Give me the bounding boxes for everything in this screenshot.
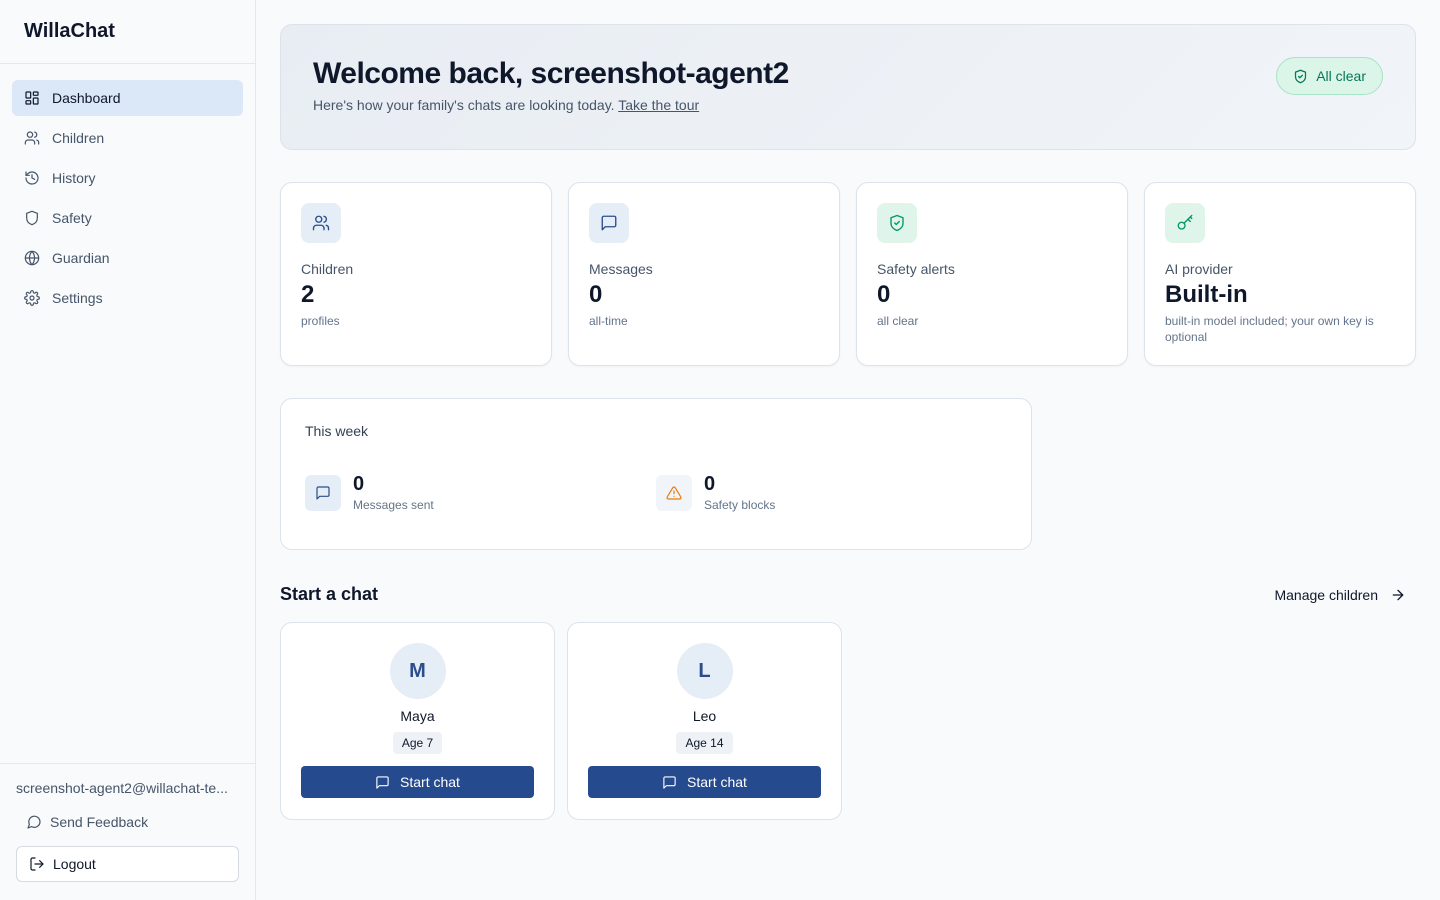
stat-value: Built-in xyxy=(1165,281,1248,308)
sidebar-item-label: Settings xyxy=(52,290,103,306)
this-week-row: 0 Messages sent 0 Safety blocks xyxy=(305,473,1007,512)
start-chat-label: Start chat xyxy=(400,774,460,790)
logout-label: Logout xyxy=(53,856,96,872)
start-chat-button[interactable]: Start chat xyxy=(301,766,534,798)
sidebar-item-guardian[interactable]: Guardian xyxy=(12,240,243,276)
stat-sub: all-time xyxy=(589,314,628,328)
message-icon xyxy=(601,215,617,231)
sidebar-item-settings[interactable]: Settings xyxy=(12,280,243,316)
avatar: M xyxy=(389,643,446,699)
stat-card-safety-alerts: Safety alerts 0 all clear xyxy=(856,182,1128,366)
key-icon xyxy=(1177,214,1193,230)
message-icon xyxy=(376,775,389,789)
shield-check-icon xyxy=(1295,69,1307,83)
shield-icon xyxy=(26,210,38,226)
take-tour-link[interactable]: Take the tour xyxy=(618,97,699,113)
week-icon-box xyxy=(305,474,341,511)
stat-sub: built-in model included; your own key is… xyxy=(1165,314,1374,344)
this-week-card: This week 0 Messages sent 0 Safety block… xyxy=(280,398,1032,550)
sidebar-item-label: History xyxy=(52,170,96,186)
manage-children-label: Manage children xyxy=(1274,586,1378,603)
dashboard-icon xyxy=(25,91,39,105)
message-icon xyxy=(316,485,330,500)
stat-card-ai-provider: AI provider Built-in built-in model incl… xyxy=(1144,182,1416,366)
sidebar-item-dashboard[interactable]: Dashboard xyxy=(12,80,243,116)
stat-label: Safety alerts xyxy=(877,261,955,277)
sidebar-footer: screenshot-agent2@willachat-te... Send F… xyxy=(0,763,255,900)
sidebar-item-label: Dashboard xyxy=(52,90,121,106)
logout-icon xyxy=(30,857,44,871)
user-email: screenshot-agent2@willachat-te... xyxy=(16,780,228,796)
status-badge-label: All clear xyxy=(1316,68,1366,84)
sidebar-item-safety[interactable]: Safety xyxy=(12,200,243,236)
gear-icon xyxy=(24,290,40,306)
welcome-subtitle: Here's how your family's chats are looki… xyxy=(313,97,1383,113)
stat-value: 0 xyxy=(589,281,603,308)
message-icon xyxy=(663,775,676,789)
week-stat-label: Messages sent xyxy=(353,498,434,512)
stat-icon-box xyxy=(1165,203,1205,243)
stat-label: Messages xyxy=(589,261,653,277)
child-name: Maya xyxy=(400,708,435,724)
logout-button[interactable]: Logout xyxy=(16,846,239,882)
arrow-right-icon xyxy=(1392,589,1404,600)
stat-sub: all clear xyxy=(877,314,919,328)
send-feedback-label: Send Feedback xyxy=(50,814,149,830)
stat-label: Children xyxy=(301,261,354,277)
stat-value: 2 xyxy=(301,281,315,308)
week-stat-messages: 0 Messages sent xyxy=(305,473,656,512)
avatar: L xyxy=(676,643,733,699)
status-badge: All clear xyxy=(1276,57,1383,95)
week-stat-safety-blocks: 0 Safety blocks xyxy=(656,473,1007,512)
age-badge: Age 7 xyxy=(392,732,443,754)
sidebar-nav: Dashboard Children History Safety Guardi… xyxy=(0,64,255,336)
sidebar: WillaChat Dashboard Children History Saf… xyxy=(0,0,256,900)
stat-sub: profiles xyxy=(301,314,340,328)
welcome-banner: Welcome back, screenshot-agent2 Here's h… xyxy=(280,24,1416,150)
child-card-maya: M Maya Age 7 Start chat xyxy=(280,622,555,820)
warning-icon xyxy=(666,485,682,500)
users-icon xyxy=(312,215,330,231)
week-stat-label: Safety blocks xyxy=(704,498,776,512)
stat-card-messages: Messages 0 all-time xyxy=(568,182,840,366)
week-stat-value: 0 xyxy=(704,473,716,495)
this-week-title: This week xyxy=(305,423,369,439)
stat-icon-box xyxy=(589,203,629,243)
sidebar-item-label: Safety xyxy=(52,210,92,226)
week-stat-value: 0 xyxy=(353,473,365,495)
globe-icon xyxy=(24,250,40,266)
manage-children-link[interactable]: Manage children xyxy=(1274,587,1406,603)
stat-icon-box xyxy=(877,203,917,243)
section-title: Start a chat xyxy=(280,584,379,604)
child-name: Leo xyxy=(692,708,717,724)
child-card-leo: L Leo Age 14 Start chat xyxy=(567,622,842,820)
sidebar-item-history[interactable]: History xyxy=(12,160,243,196)
app-logo: WillaChat xyxy=(0,0,255,64)
start-chat-header: Start a chat Manage children xyxy=(280,584,1416,605)
send-feedback-button[interactable]: Send Feedback xyxy=(16,814,239,830)
start-chat-button[interactable]: Start chat xyxy=(588,766,821,798)
main-content: Welcome back, screenshot-agent2 Here's h… xyxy=(280,24,1416,820)
sidebar-item-children[interactable]: Children xyxy=(12,120,243,156)
children-list: M Maya Age 7 Start chat L Leo Age 14 Sta… xyxy=(280,622,1416,820)
start-chat-label: Start chat xyxy=(687,774,747,790)
users-icon xyxy=(24,131,40,145)
history-icon xyxy=(25,171,39,185)
age-badge: Age 14 xyxy=(676,732,733,754)
stat-icon-box xyxy=(301,203,341,243)
stat-card-children: Children 2 profiles xyxy=(280,182,552,366)
week-stat-text: 0 Safety blocks xyxy=(704,473,775,512)
sidebar-item-label: Guardian xyxy=(52,250,110,266)
message-circle-icon xyxy=(27,815,41,829)
page-title: Welcome back, screenshot-agent2 xyxy=(313,57,789,90)
week-stat-text: 0 Messages sent xyxy=(353,473,434,512)
stats-row: Children 2 profiles Messages 0 all-time … xyxy=(280,182,1416,366)
week-icon-box xyxy=(656,474,692,511)
shield-check-icon xyxy=(890,214,904,232)
stat-label: AI provider xyxy=(1165,261,1233,277)
stat-value: 0 xyxy=(877,281,891,308)
sidebar-item-label: Children xyxy=(52,130,105,146)
welcome-subtitle-text: Here's how your family's chats are looki… xyxy=(313,97,615,113)
